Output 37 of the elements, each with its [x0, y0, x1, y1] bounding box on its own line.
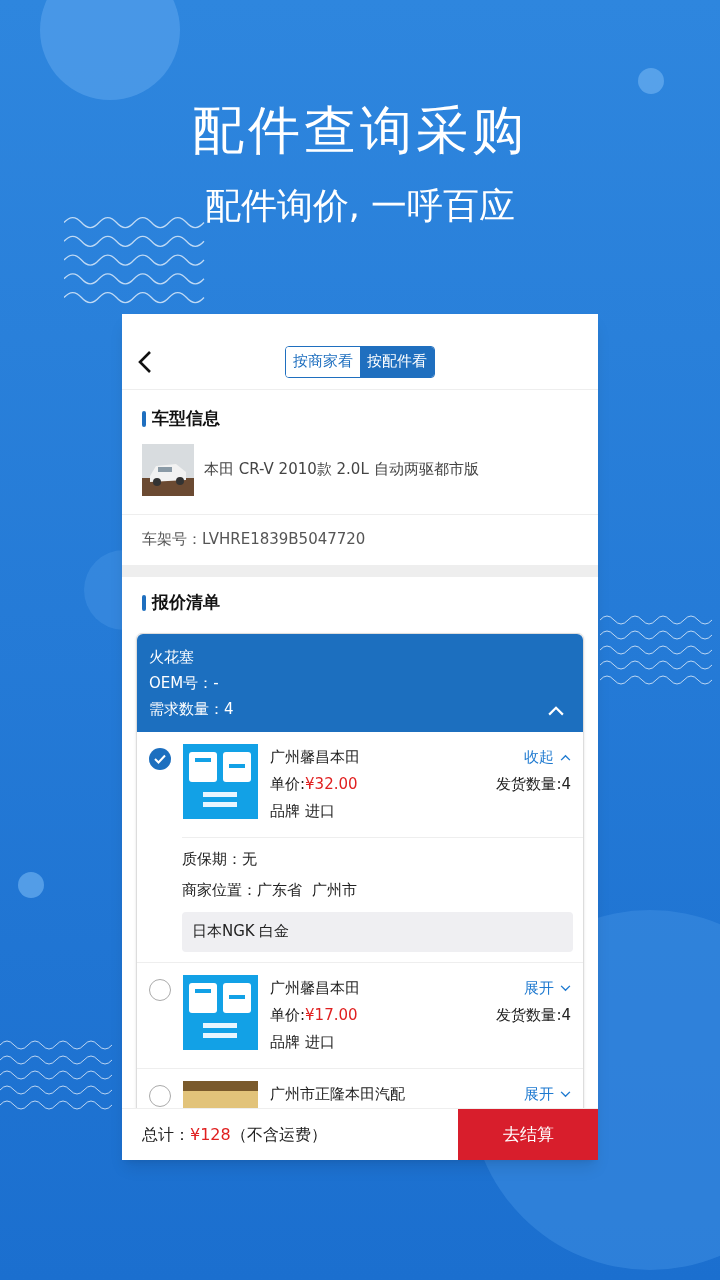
toggle-link[interactable]: 展开 [524, 1080, 571, 1108]
note-box: 日本NGK 白金 [182, 911, 573, 952]
section-marker [142, 594, 146, 611]
seller-name: 广州馨昌本田 [270, 977, 361, 999]
unit-price: 单价:¥17.00 [270, 1004, 359, 1026]
circle-decoration [638, 68, 664, 94]
part-name: 火花塞 [149, 646, 195, 668]
vin-text: 车架号：LVHRE1839B5047720 [142, 529, 366, 551]
section-title: 报价清单 [152, 590, 220, 614]
part-header[interactable]: 火花塞 OEM号：- 需求数量：4 [137, 633, 583, 732]
shipping-quantity: 发货数量:4 [496, 773, 571, 795]
vehicle-model: 本田 CR-V 2010款 2.0L 自动两驱都市版 [204, 459, 479, 481]
section-marker [142, 410, 146, 427]
hero-subtitle: 配件询价, 一呼百应 [204, 184, 516, 228]
section-title: 车型信息 [152, 407, 220, 430]
seller-name: 广州市正隆本田汽配 [270, 1083, 406, 1105]
location-text: 商家位置：广东省 广州市 [182, 879, 358, 901]
radio-button[interactable] [149, 1084, 171, 1107]
brand-text: 品牌 进口 [270, 800, 336, 822]
view-tab[interactable]: 按配件看 [360, 346, 434, 377]
brand-text: 品牌 进口 [270, 1031, 336, 1053]
toggle-link[interactable]: 展开 [524, 974, 571, 1002]
seller-name: 广州馨昌本田 [270, 746, 361, 768]
oem-number: OEM号：- [149, 672, 220, 694]
required-quantity: 需求数量：4 [149, 698, 235, 720]
warranty-text: 质保期：无 [182, 848, 258, 870]
hero-title: 配件查询采购 [192, 99, 528, 162]
total-text: 总计：¥128（不含运费） [142, 1123, 327, 1146]
unit-price: 单价:¥32.00 [270, 773, 359, 795]
radio-button[interactable] [149, 978, 171, 1001]
circle-decoration [18, 872, 44, 898]
checkout-button[interactable]: 去结算 [458, 1109, 598, 1160]
shipping-quantity: 发货数量:4 [496, 1004, 571, 1026]
back-icon[interactable] [138, 350, 152, 374]
check-icon [154, 753, 166, 764]
checked-radio[interactable] [149, 747, 171, 770]
toggle-link[interactable]: 收起 [524, 743, 571, 771]
